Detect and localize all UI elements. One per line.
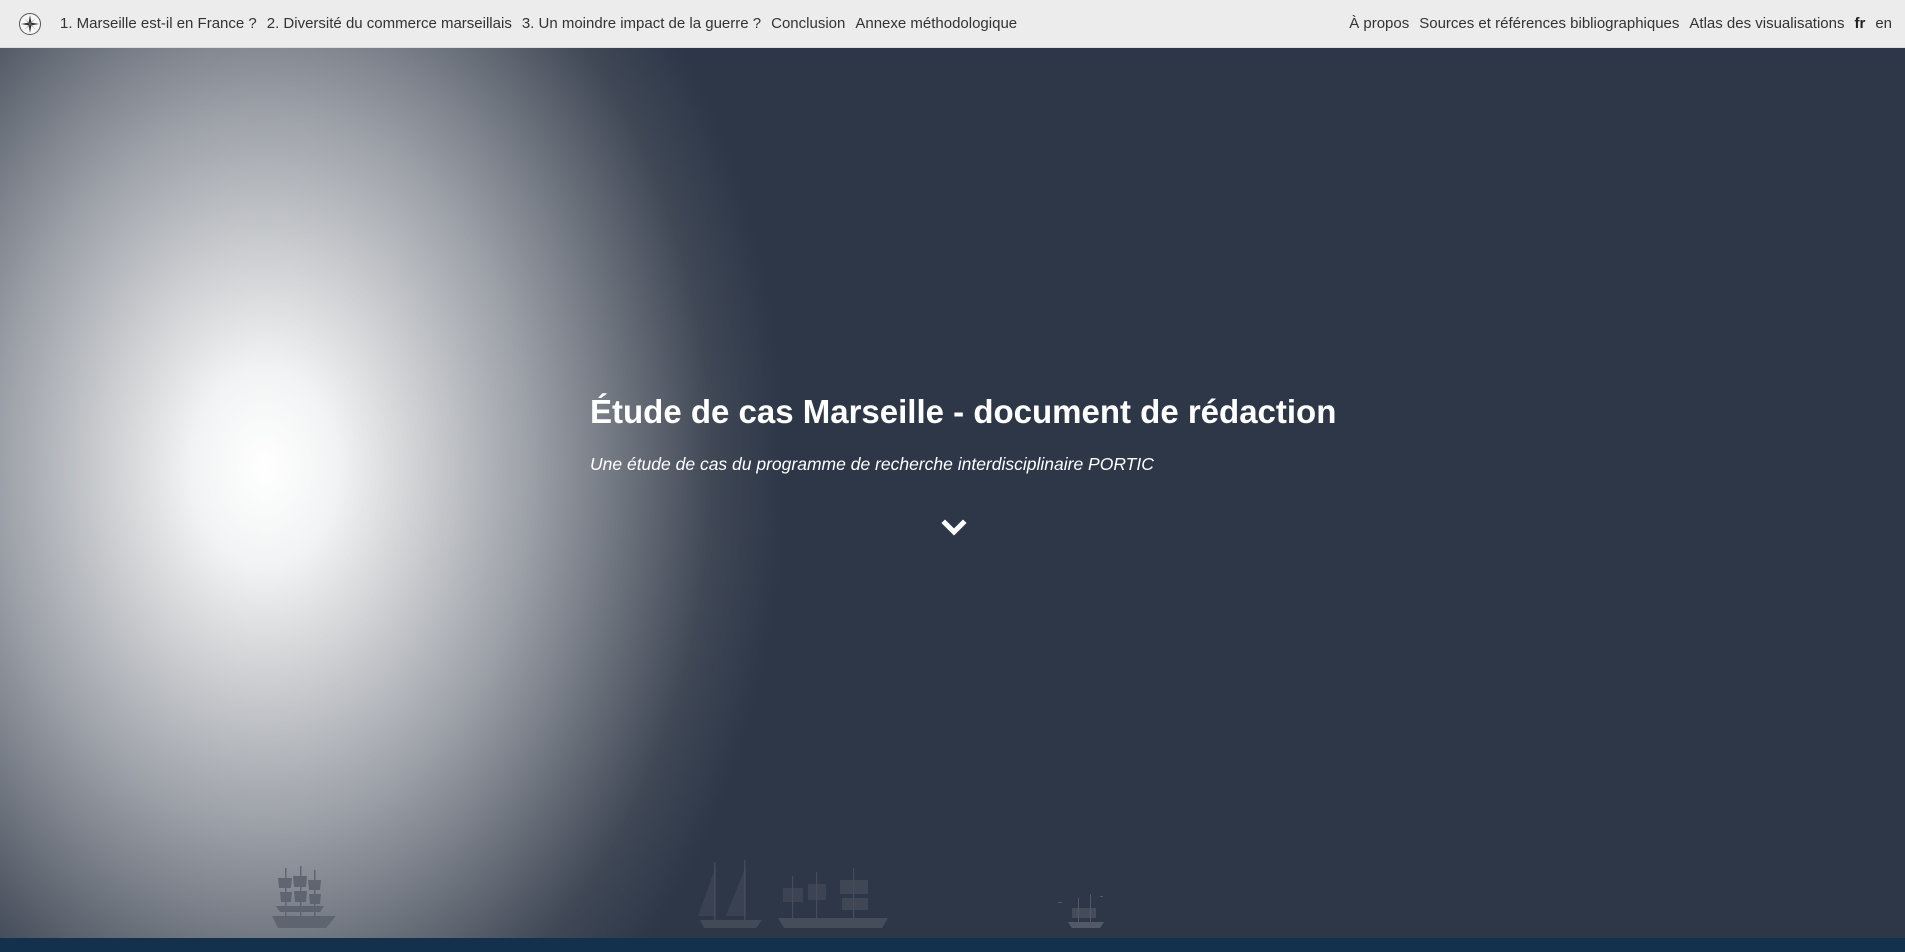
nav-link-a-propos[interactable]: À propos [1349, 15, 1409, 32]
nav-link-conclusion[interactable]: Conclusion [771, 15, 845, 32]
compass-rose-icon[interactable] [18, 12, 42, 36]
page-subtitle: Une étude de cas du programme de recherc… [590, 454, 1154, 474]
ship-illustration [778, 868, 888, 928]
nav-link-diversite-commerce[interactable]: 2. Diversité du commerce marseillais [267, 15, 512, 32]
language-en-link[interactable]: en [1875, 15, 1892, 32]
nav-link-sources-references[interactable]: Sources et références bibliographiques [1419, 15, 1679, 32]
ship-illustration [272, 866, 336, 928]
nav-link-marseille-en-france[interactable]: 1. Marseille est-il en France ? [60, 15, 257, 32]
page-title: Étude de cas Marseille - document de réd… [590, 393, 1337, 430]
sailing-ships-illustration [272, 860, 1104, 928]
nav-left-group: 1. Marseille est-il en France ? 2. Diver… [18, 12, 1027, 36]
footer-band [0, 938, 1905, 952]
ship-illustration [698, 860, 762, 928]
language-fr-link[interactable]: fr [1854, 15, 1865, 32]
nav-link-atlas-visualisations[interactable]: Atlas des visualisations [1689, 15, 1844, 32]
nav-right-group: À propos Sources et références bibliogra… [1339, 15, 1892, 32]
nav-link-annexe-methodologique[interactable]: Annexe méthodologique [855, 15, 1017, 32]
top-navigation-bar: 1. Marseille est-il en France ? 2. Diver… [0, 0, 1905, 48]
hero-section: Étude de cas Marseille - document de réd… [0, 48, 1905, 938]
nav-link-impact-guerre[interactable]: 3. Un moindre impact de la guerre ? [522, 15, 761, 32]
ship-illustration [1058, 894, 1104, 928]
chevron-down-icon[interactable] [941, 518, 967, 538]
